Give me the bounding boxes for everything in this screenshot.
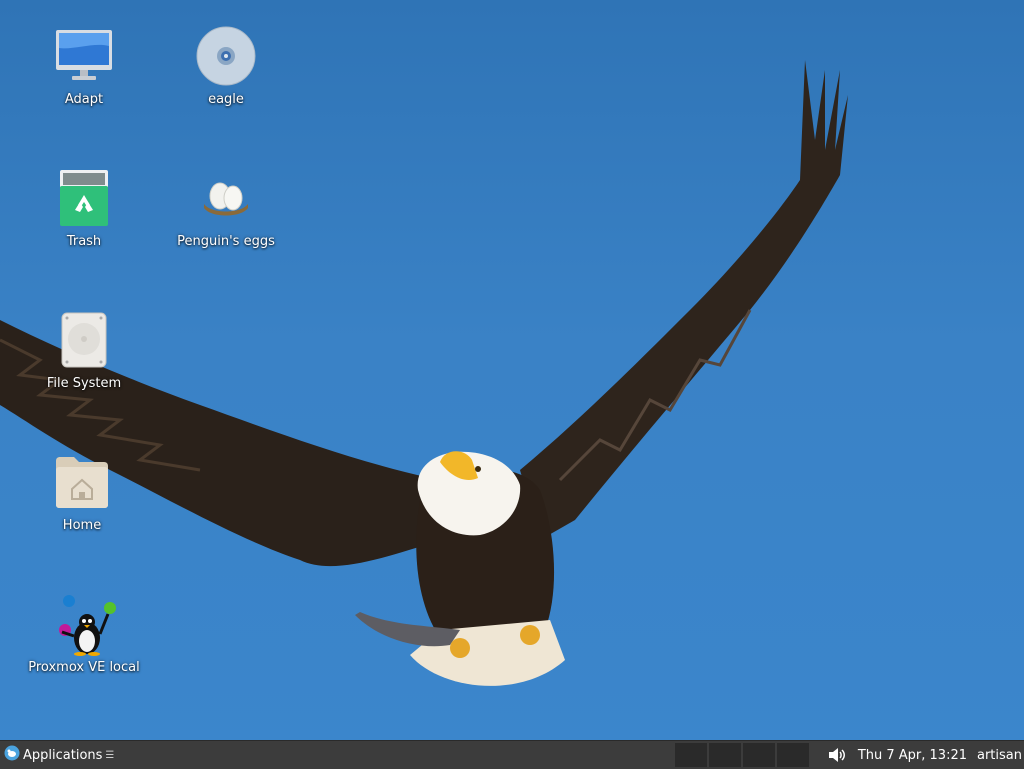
- disc-icon: [194, 24, 258, 88]
- eagle-wallpaper: [0, 60, 848, 686]
- applications-menu-button[interactable]: Applications ☰: [0, 741, 118, 769]
- system-tray: Thu 7 Apr, 13:21 artisan: [828, 741, 1024, 769]
- drive-icon: [52, 308, 116, 372]
- desktop-icon-trash[interactable]: Trash: [24, 166, 144, 249]
- clock[interactable]: Thu 7 Apr, 13:21: [858, 748, 967, 763]
- desktop-icon-label: Trash: [66, 234, 102, 249]
- workspace-4[interactable]: [777, 743, 809, 767]
- tux-juggler-icon: [52, 592, 116, 656]
- desktop-icon-label: Proxmox VE local: [28, 660, 140, 675]
- desktop-icon-adapt[interactable]: Adapt: [24, 24, 144, 107]
- volume-icon[interactable]: [828, 747, 846, 763]
- desktop-icon-label: Home: [62, 518, 102, 533]
- desktop-icon-eagle[interactable]: eagle: [166, 24, 286, 107]
- monitor-icon: [52, 24, 116, 88]
- trash-icon: [52, 166, 116, 230]
- eggs-icon: [194, 166, 258, 230]
- desktop-icon-label: Penguin's eggs: [177, 234, 275, 249]
- user-menu[interactable]: artisan: [977, 748, 1022, 763]
- menu-icon: ☰: [105, 749, 115, 761]
- taskbar: Applications ☰ Thu 7 Apr, 13:21 artisan: [0, 740, 1024, 769]
- desktop-icon-penguins-eggs[interactable]: Penguin's eggs: [166, 166, 286, 249]
- desktop-icon-label: Adapt: [64, 92, 104, 107]
- applications-label: Applications: [23, 747, 103, 763]
- desktop-icon-file-system[interactable]: File System: [24, 308, 144, 391]
- workspace-1[interactable]: [675, 743, 707, 767]
- xfce-mouse-icon: [4, 745, 20, 765]
- workspace-2[interactable]: [709, 743, 741, 767]
- desktop-icon-label: eagle: [208, 92, 244, 107]
- home-folder-icon: [50, 450, 114, 514]
- desktop-icon-proxmox[interactable]: Proxmox VE local: [24, 592, 144, 675]
- desktop-icon-label: File System: [46, 376, 122, 391]
- eagle-right-wing: [520, 60, 848, 540]
- workspace-3[interactable]: [743, 743, 775, 767]
- desktop-icon-home[interactable]: Home: [22, 450, 142, 533]
